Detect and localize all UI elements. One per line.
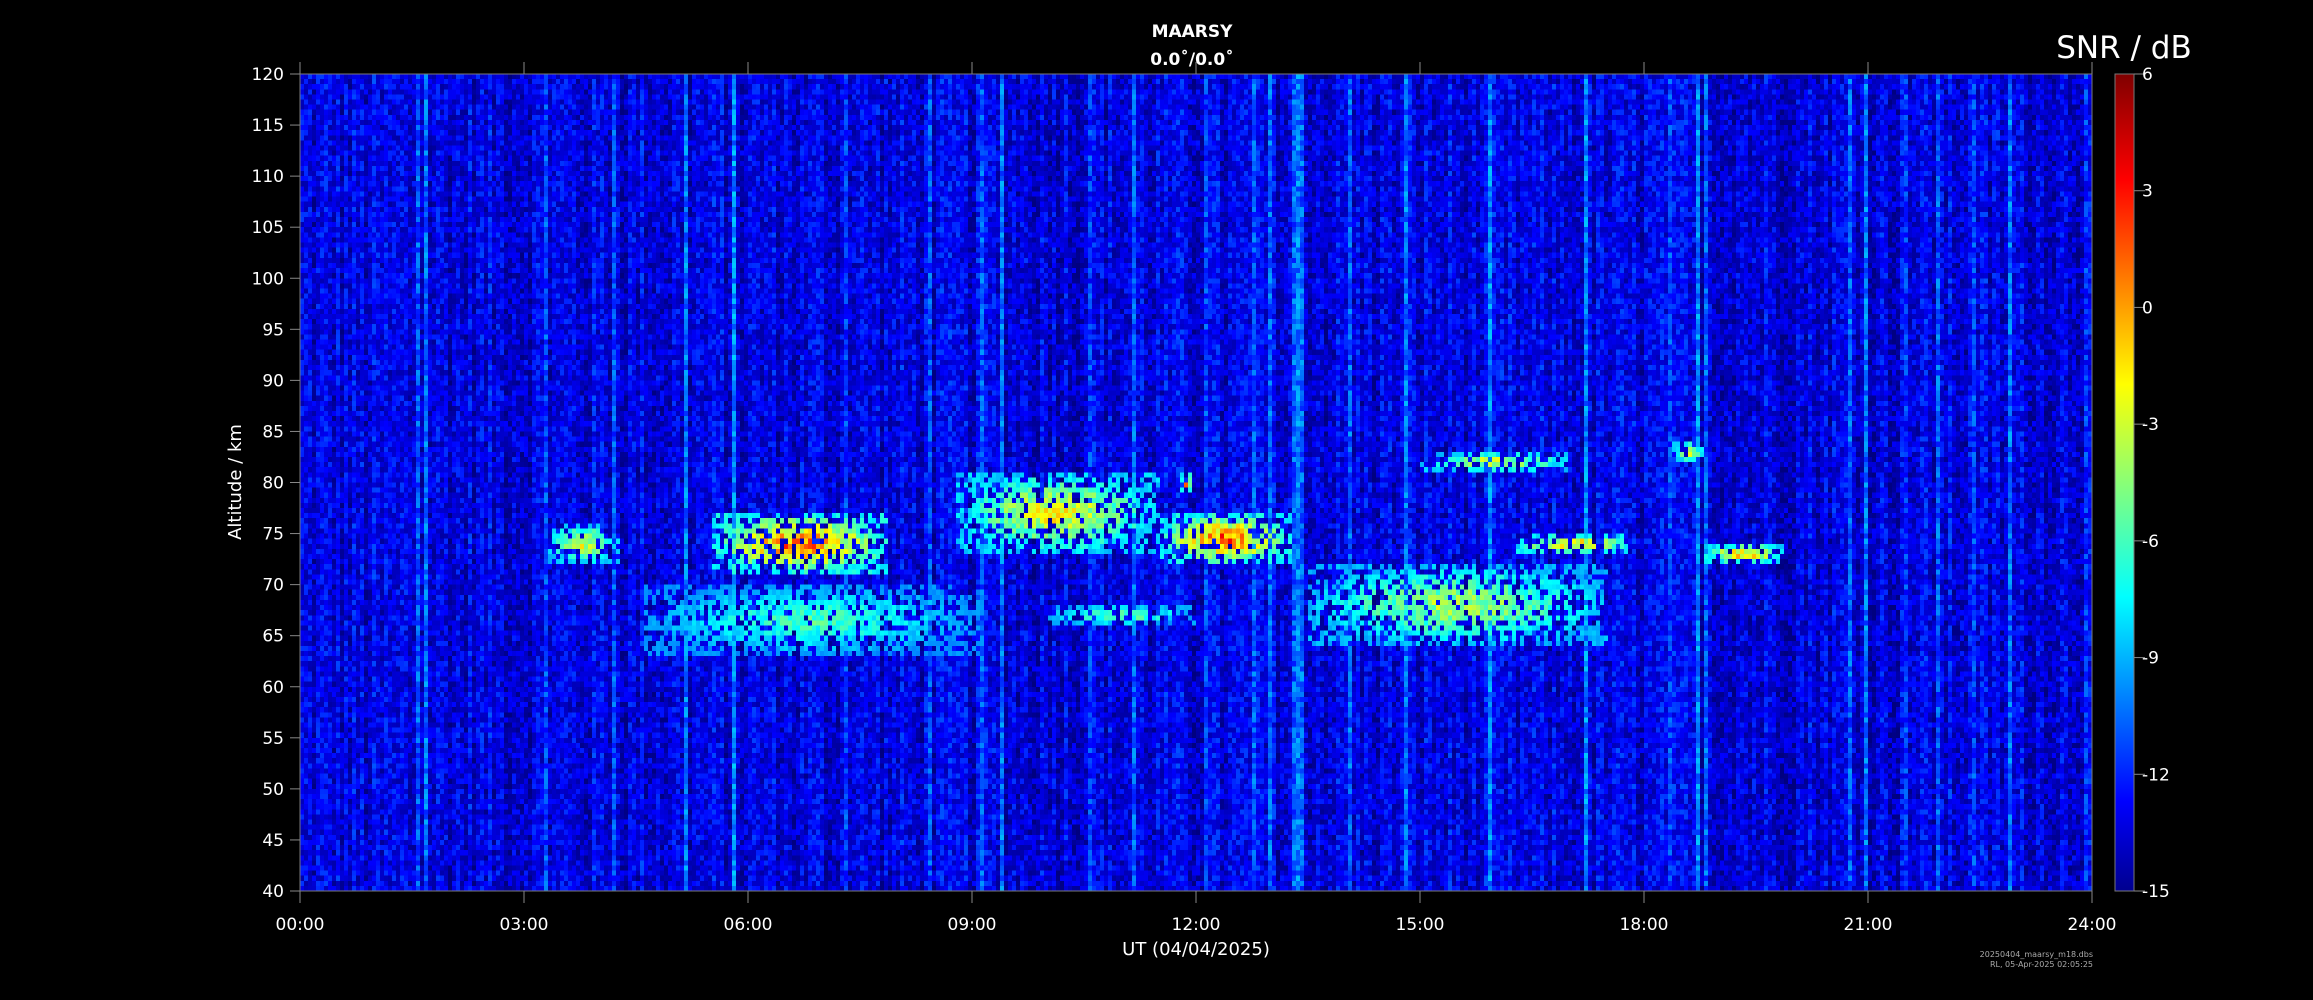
colorbar-tick-label: -12 [2142, 765, 2170, 785]
x-tick-label: 21:00 [1844, 915, 1893, 935]
x-tick-label: 00:00 [276, 915, 325, 935]
snr-chart: MAARSY 0.0˚/0.0˚ 00:00 03:00 06:00 09:00 12:… [0, 0, 2313, 1000]
colorbar-title: SNR / dB [2056, 30, 2192, 66]
colorbar-tick-label: 3 [2142, 182, 2153, 202]
x-axis-label: UT (04/04/2025) [1122, 939, 1270, 960]
y-tick-label: 80 [262, 474, 284, 494]
y-tick-label: 120 [252, 65, 284, 85]
chart-subtitle: 0.0˚/0.0˚ [1150, 48, 1233, 70]
y-tick-label: 65 [262, 627, 284, 647]
y-tick-label: 55 [262, 729, 284, 749]
y-tick-label: 100 [252, 269, 284, 289]
colorbar [2114, 73, 2135, 892]
heatmap-image [300, 74, 2092, 891]
y-tick-label: 90 [262, 371, 284, 391]
footer-filename: 20250404_maarsy_m18.dbs [1980, 950, 2093, 959]
y-tick-label: 115 [252, 116, 284, 136]
x-tick-label: 15:00 [1396, 915, 1445, 935]
y-tick-label: 75 [262, 525, 284, 545]
colorbar-tick-label: -3 [2142, 415, 2159, 435]
x-tick-label: 03:00 [500, 915, 549, 935]
x-tick-label: 12:00 [1172, 915, 1221, 935]
x-tick-label: 09:00 [948, 915, 997, 935]
y-tick-label: 85 [262, 422, 284, 442]
colorbar-tick-label: -9 [2142, 649, 2159, 669]
x-tick-label: 24:00 [2068, 915, 2117, 935]
y-tick-label: 105 [252, 218, 284, 238]
footer-timestamp: RL, 05-Apr-2025 02:05:25 [1990, 960, 2093, 969]
y-tick-label: 40 [262, 882, 284, 902]
x-tick-label: 06:00 [724, 915, 773, 935]
colorbar-tick-label: -6 [2142, 532, 2159, 552]
y-tick-label: 60 [262, 678, 284, 698]
y-tick-label: 50 [262, 780, 284, 800]
colorbar-tick-label: 0 [2142, 298, 2153, 318]
y-tick-label: 70 [262, 576, 284, 596]
colorbar-tick-label: -15 [2142, 882, 2170, 902]
y-tick-label: 95 [262, 320, 284, 340]
y-tick-label: 45 [262, 831, 284, 851]
x-tick-label: 18:00 [1620, 915, 1669, 935]
y-tick-label: 110 [252, 167, 284, 187]
colorbar-tick-label: 6 [2142, 65, 2153, 85]
y-axis-label: Altitude / km [225, 424, 246, 540]
chart-title: MAARSY [1152, 22, 1234, 42]
